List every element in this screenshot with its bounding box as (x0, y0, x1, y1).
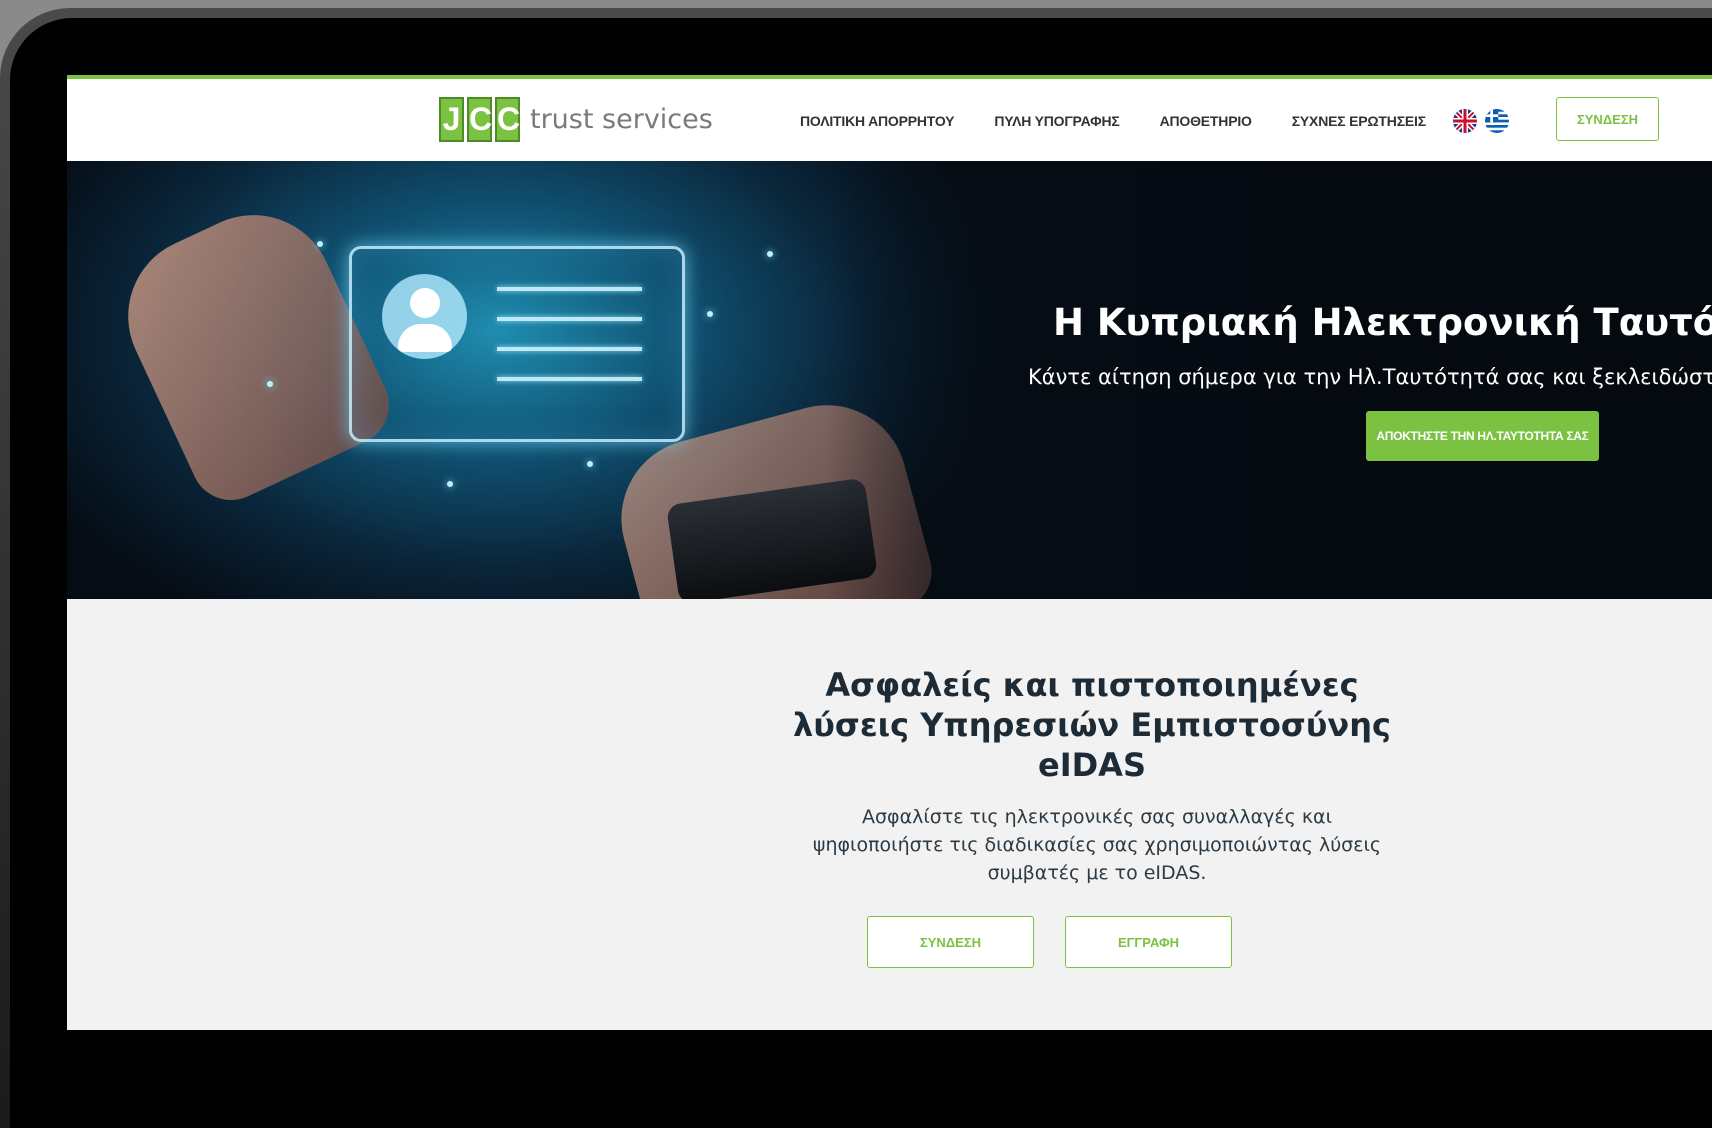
glow-dot (587, 461, 593, 467)
browser-viewport: J C C trust services ΠΟΛΙΤΙΚΗ ΑΠΟΡΡΗΤΟΥ … (67, 75, 1712, 1030)
logo-letter-c1: C (467, 97, 492, 142)
section-heading: Ασφαλείς και πιστοποιημένες λύσεις Υπηρε… (793, 666, 1391, 784)
greece-flag-icon[interactable] (1485, 109, 1509, 133)
hero-title: Η Κυπριακή Ηλεκτρονική Ταυτότητα (1053, 301, 1712, 344)
logo-letter-j: J (439, 97, 464, 142)
get-eid-button[interactable]: ΑΠΟΚΤΗΣΤΕ ΤΗΝ ΗΛ.ΤΑΥΤΟΤΗΤΑ ΣΑΣ (1366, 411, 1599, 461)
section-description: Ασφαλίστε τις ηλεκτρονικές σας συναλλαγέ… (812, 806, 1382, 884)
language-switcher (1453, 109, 1509, 133)
glow-dot (267, 381, 273, 387)
hero-image-id-card (349, 246, 685, 442)
hero-subtitle: Κάντε αίτηση σήμερα για την Ηλ.Ταυτότητά… (1028, 365, 1712, 389)
glow-dot (317, 241, 323, 247)
logo-text: trust services (530, 104, 713, 135)
glow-dot (707, 311, 713, 317)
card-line (497, 377, 642, 381)
login-button[interactable]: ΣΥΝΔΕΣΗ (867, 916, 1034, 968)
hero-banner: Η Κυπριακή Ηλεκτρονική Ταυτότητα Κάντε α… (67, 161, 1712, 599)
jcc-logo[interactable]: J C C trust services (439, 97, 713, 142)
user-avatar-icon (382, 274, 467, 359)
logo-letter-c2: C (495, 97, 520, 142)
glow-dot (447, 481, 453, 487)
uk-flag-icon[interactable] (1453, 109, 1477, 133)
menu-item-signing-portal[interactable]: ΠΥΛΗ ΥΠΟΓΡΑΦΗΣ (994, 113, 1119, 129)
main-menu: ΠΟΛΙΤΙΚΗ ΑΠΟΡΡΗΤΟΥ ΠΥΛΗ ΥΠΟΓΡΑΦΗΣ ΑΠΟΘΕΤ… (800, 113, 1426, 129)
header-login-button[interactable]: ΣΥΝΔΕΣΗ (1556, 97, 1659, 141)
card-line (497, 287, 642, 291)
glow-dot (767, 251, 773, 257)
menu-item-privacy-policy[interactable]: ΠΟΛΙΤΙΚΗ ΑΠΟΡΡΗΤΟΥ (800, 113, 955, 129)
register-button[interactable]: ΕΓΓΡΑΦΗ (1065, 916, 1232, 968)
menu-item-faq[interactable]: ΣΥΧΝΕΣ ΕΡΩΤΗΣΕΙΣ (1292, 113, 1426, 129)
card-line (497, 347, 642, 351)
menu-item-repository[interactable]: ΑΠΟΘΕΤΗΡΙΟ (1160, 113, 1252, 129)
site-header: J C C trust services ΠΟΛΙΤΙΚΗ ΑΠΟΡΡΗΤΟΥ … (67, 75, 1712, 161)
intro-section: Ασφαλείς και πιστοποιημένες λύσεις Υπηρε… (67, 599, 1712, 1030)
card-line (497, 317, 642, 321)
